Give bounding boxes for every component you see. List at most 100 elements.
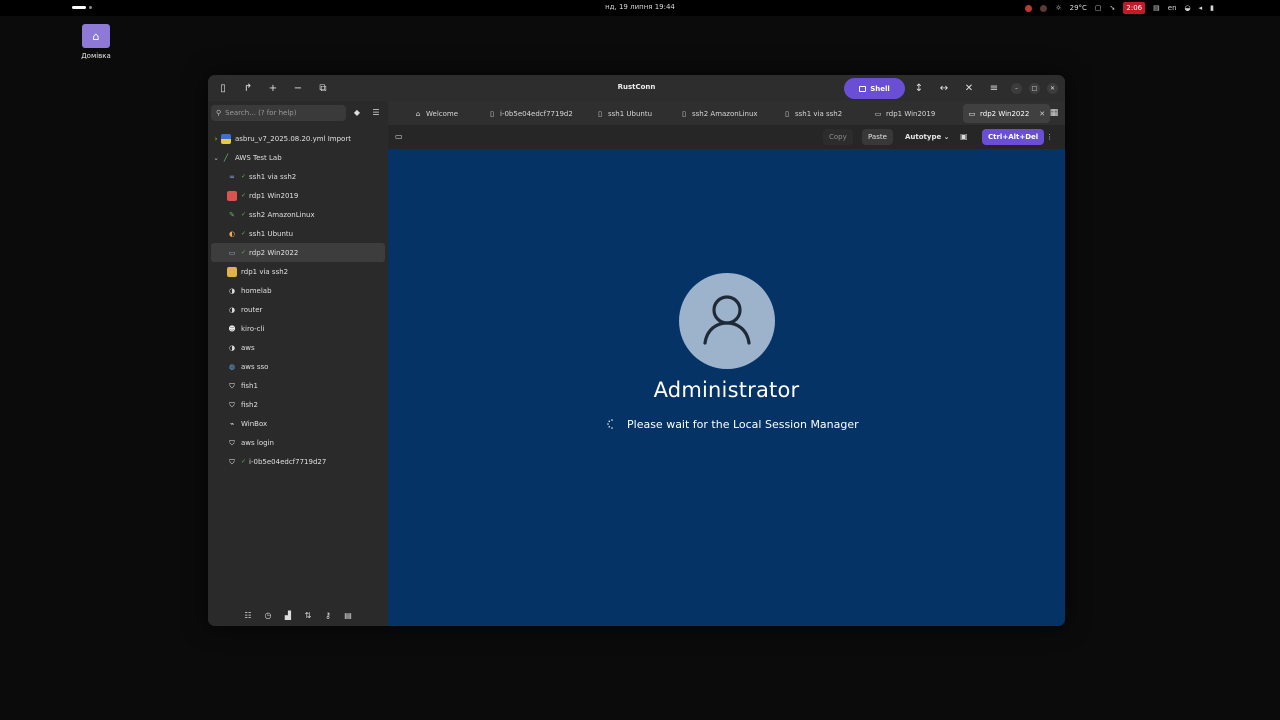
network-icon[interactable]: ▤ — [1153, 2, 1160, 14]
user-silhouette-icon — [703, 295, 751, 345]
key-icon[interactable]: ⚷ — [322, 610, 334, 622]
terminal-prompt-icon: ◑ — [228, 343, 236, 352]
tab-session[interactable]: ▯ ssh2 AmazonLinux — [675, 104, 763, 123]
tree-item[interactable]: ⛉ fish2 — [211, 395, 385, 414]
keyboard-layout[interactable]: en — [1168, 2, 1177, 14]
app-indicator-icon[interactable] — [1040, 4, 1048, 12]
split-horizontal-icon[interactable]: ↔ — [937, 82, 951, 96]
tree-group[interactable]: › asbru_v7_2025.08.20.yml Import — [211, 129, 385, 148]
tree-label: fish1 — [241, 381, 258, 390]
tree-item[interactable]: ⛉ fish1 — [211, 376, 385, 395]
tree-item[interactable]: ⛉ ✓ i-0b5e04edcf7719d27 — [211, 452, 385, 471]
ghost-icon: ☻ — [228, 324, 236, 333]
shield-icon: ⛉ — [229, 381, 235, 390]
ukraine-flag-icon — [221, 133, 231, 144]
tree-label: aws sso — [241, 362, 269, 371]
shell-button[interactable]: Shell — [844, 78, 905, 99]
copy-button[interactable]: Copy — [823, 129, 853, 145]
autotype-button[interactable]: Autotype ⌄ — [899, 129, 956, 145]
loading-spinner-icon — [607, 419, 613, 429]
terminal-prompt-icon: ◑ — [228, 286, 236, 295]
tab-session[interactable]: ▯ ssh1 via ssh2 — [778, 104, 847, 123]
system-top-bar: нд, 19 липня 19:44 ☼ 29°C ▢ ➘ 2:06 ▤ en … — [0, 0, 1280, 16]
tree-item[interactable]: ◑ router — [211, 300, 385, 319]
tree-item[interactable]: ✓ rdp1 Win2019 — [211, 186, 385, 205]
monitor-icon: ▭ — [968, 109, 976, 118]
ctrl-alt-del-button[interactable]: Ctrl+Alt+Del — [982, 129, 1045, 145]
tools-icon[interactable]: ✕ — [962, 82, 976, 96]
tree-item[interactable]: ☻ kiro-cli — [211, 319, 385, 338]
battery-icon[interactable]: ▮ — [1210, 2, 1214, 14]
penguin-icon: ◐ — [228, 229, 236, 238]
rdp-session-view[interactable]: Administrator Please wait for the Local … — [388, 149, 1065, 626]
tab-session[interactable]: ▯ ssh1 Ubuntu — [591, 104, 657, 123]
screen-share-icon[interactable]: ➘ — [1110, 2, 1116, 14]
check-icon: ✓ — [241, 211, 247, 218]
tree-label: kiro-cli — [241, 324, 265, 333]
tree-label: asbru_v7_2025.08.20.yml Import — [235, 134, 351, 143]
close-button[interactable]: ✕ — [1047, 83, 1058, 94]
sort-icon[interactable]: ⇅ — [302, 610, 314, 622]
desktop-home-folder[interactable]: ⌂ Домівка — [76, 24, 116, 60]
tab-label: rdp2 Win2022 — [980, 109, 1030, 118]
tab-session[interactable]: ▯ i-0b5e04edcf7719d2 — [483, 104, 578, 123]
clipboard-icon[interactable]: ▢ — [1095, 2, 1102, 14]
tree-item[interactable]: ⛉ aws login — [211, 433, 385, 452]
wait-status: Please wait for the Local Session Manage… — [607, 416, 859, 432]
volume-icon[interactable]: ◂ — [1199, 2, 1203, 14]
lizard-icon: ✎ — [229, 210, 235, 219]
shield-icon: ⛉ — [229, 457, 235, 466]
chevron-right-icon[interactable]: › — [211, 135, 221, 143]
weather-icon: ☼ — [1055, 4, 1062, 12]
brush-icon: ╱ — [223, 153, 229, 162]
tree-item[interactable]: ✎ ✓ ssh2 AmazonLinux — [211, 205, 385, 224]
wifi-icon[interactable]: ◒ — [1185, 2, 1191, 14]
tree-label: ssh1 via ssh2 — [249, 172, 297, 181]
tree-item[interactable]: ◐ ✓ ssh1 Ubuntu — [211, 224, 385, 243]
tab-close-icon[interactable]: ✕ — [1039, 110, 1045, 118]
display-icon[interactable]: ▭ — [395, 131, 406, 142]
home-icon: ⌂ — [415, 109, 421, 118]
tree-item[interactable]: ⌁ WinBox — [211, 414, 385, 433]
terminal-icon: ▯ — [785, 109, 789, 118]
tree-label: rdp1 via ssh2 — [241, 267, 289, 276]
autotype-label: Autotype — [905, 133, 942, 141]
tab-overview-icon[interactable]: ▦ — [1048, 107, 1060, 119]
check-icon: ✓ — [241, 192, 247, 199]
tree-label: WinBox — [241, 419, 268, 428]
tab-session[interactable]: ▭ rdp1 Win2019 — [869, 104, 940, 123]
weather-temp[interactable]: 29°C — [1070, 2, 1087, 14]
tab-label: ssh2 AmazonLinux — [692, 109, 758, 118]
clipboard-icon[interactable]: ▤ — [342, 610, 354, 622]
tab-session-active[interactable]: ▭ rdp2 Win2022 ✕ — [963, 104, 1051, 123]
tree-item[interactable]: ◑ homelab — [211, 281, 385, 300]
link-icon: ∞ — [229, 172, 235, 181]
main-menu-icon[interactable]: ≡ — [987, 82, 1001, 96]
list-icon[interactable]: ☷ — [242, 610, 254, 622]
maximize-button[interactable]: □ — [1029, 83, 1040, 94]
more-options-icon[interactable]: ⋮ — [1044, 129, 1055, 145]
minimize-button[interactable]: – — [1011, 83, 1022, 94]
tab-welcome[interactable]: ⌂ Welcome — [409, 104, 463, 123]
split-vertical-icon[interactable]: ↕ — [912, 82, 926, 96]
recording-indicator-icon[interactable] — [1025, 4, 1033, 12]
keyboard-icon[interactable]: ▣ — [954, 129, 974, 145]
check-icon: ✓ — [241, 249, 247, 256]
shell-button-label: Shell — [870, 84, 890, 93]
tree-item-selected[interactable]: ▭ ✓ rdp2 Win2022 — [211, 243, 385, 262]
statistics-icon[interactable]: ▟ — [282, 610, 294, 622]
chevron-down-icon[interactable]: ⌄ — [211, 154, 221, 162]
history-icon[interactable]: ◷ — [262, 610, 274, 622]
battery-time-badge[interactable]: 2:06 — [1123, 2, 1146, 14]
tree-group[interactable]: ⌄ ╱ AWS Test Lab — [211, 148, 385, 167]
monitor-icon: ▭ — [228, 248, 236, 257]
tree-item[interactable]: rdp1 via ssh2 — [211, 262, 385, 281]
paste-button[interactable]: Paste — [862, 129, 893, 145]
desktop-home-label: Домівка — [81, 52, 111, 60]
username-label: Administrator — [653, 378, 800, 402]
session-tab-bar: ⌂ Welcome ▯ i-0b5e04edcf7719d2 ▯ ssh1 Ub… — [388, 101, 1065, 125]
tree-item[interactable]: ◑ aws — [211, 338, 385, 357]
tree-item[interactable]: ∞ ✓ ssh1 via ssh2 — [211, 167, 385, 186]
tree-label: aws login — [241, 438, 274, 447]
tree-item[interactable]: ◍ aws sso — [211, 357, 385, 376]
